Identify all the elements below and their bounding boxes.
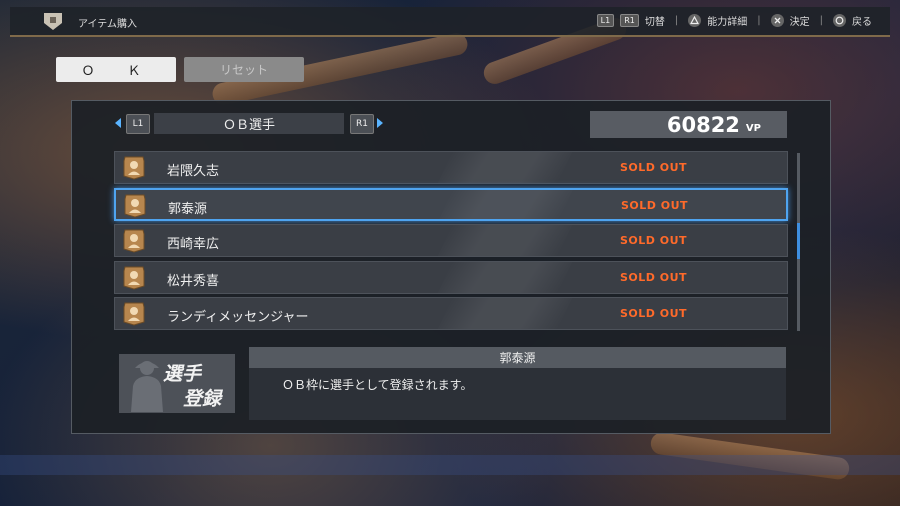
hint-confirm-label: 決定: [789, 17, 810, 28]
badge-line-2: 登録: [183, 388, 222, 410]
cross-button-icon: [770, 14, 784, 27]
circle-button-icon: [833, 14, 846, 27]
page-title: アイテム購入: [78, 19, 137, 30]
description-text: ＯＢ枠に選手として登録されます。: [282, 378, 473, 392]
hint-switch-label: 切替: [644, 17, 665, 28]
category-next-arrow-icon[interactable]: [377, 118, 383, 128]
item-name: 岩隈久志: [167, 164, 220, 179]
reset-button[interactable]: リセット: [184, 57, 304, 82]
l1-tag[interactable]: L1: [126, 114, 150, 134]
hint-separator: |: [757, 15, 761, 26]
list-item[interactable]: 岩隈久志 SOLD OUT: [114, 151, 788, 184]
row-shine: [437, 225, 573, 256]
ok-button[interactable]: Ｏ Ｋ: [56, 57, 176, 82]
item-name: 松井秀喜: [167, 273, 220, 289]
list-item[interactable]: 松井秀喜 SOLD OUT: [114, 260, 788, 294]
background-stripe: [0, 455, 900, 475]
item-status: SOLD OUT: [620, 234, 688, 247]
row-shine: [437, 152, 573, 183]
badge-line-1: 選手: [163, 363, 202, 385]
row-shine: [437, 298, 573, 329]
hint-separator: |: [674, 15, 679, 26]
row-shine: [439, 189, 573, 219]
hint-details-label: 能力詳細: [707, 17, 748, 28]
player-registration-badge: 選手 登録: [119, 354, 235, 413]
item-status: SOLD OUT: [621, 198, 689, 212]
triangle-button-icon: [688, 14, 702, 27]
list-item[interactable]: 西崎幸広 SOLD OUT: [114, 224, 788, 257]
shop-panel: L1 ＯＢ選手 R1 60822 VP 岩隈久志 SOLD OUT 郭泰源 SO…: [71, 100, 831, 434]
app-logo-icon: [44, 13, 62, 30]
item-status: SOLD OUT: [620, 161, 688, 174]
category-name: ＯＢ選手: [154, 113, 344, 134]
r1-button-icon: R1: [620, 14, 639, 27]
l1-button-icon: L1: [596, 14, 615, 27]
top-bar: アイテム購入 L1 R1 切替 | 能力詳細 | 決定 | 戻る: [10, 7, 890, 37]
list-item[interactable]: ランディメッセンジャー SOLD OUT: [114, 297, 788, 330]
item-list: 岩隈久志 SOLD OUT 郭泰源 SOLD OUT 西崎幸広 SOLD OUT: [114, 151, 788, 334]
r1-tag[interactable]: R1: [350, 114, 374, 134]
category-prev-arrow-icon[interactable]: [115, 118, 121, 128]
description-title: 郭泰源: [249, 347, 786, 368]
player-card-icon: [124, 194, 146, 218]
item-name: 西崎幸広: [167, 237, 220, 252]
hint-back-label: 戻る: [852, 17, 872, 28]
points-unit: VP: [745, 122, 761, 134]
points-value: 60822: [666, 112, 740, 137]
player-card-icon: [123, 229, 145, 253]
player-card-icon: [123, 302, 145, 326]
player-card-icon: [123, 266, 145, 290]
player-card-icon: [123, 156, 145, 180]
button-hints: L1 R1 切替 | 能力詳細 | 決定 | 戻る: [596, 13, 872, 28]
item-name: 郭泰源: [168, 201, 208, 217]
item-status: SOLD OUT: [620, 270, 688, 284]
description-box: 郭泰源 ＯＢ枠に選手として登録されます。: [249, 347, 786, 420]
hint-separator: |: [819, 15, 823, 26]
list-item[interactable]: 郭泰源 SOLD OUT: [114, 187, 788, 221]
row-shine: [437, 261, 573, 293]
item-name: ランディメッセンジャー: [167, 310, 309, 325]
points-display: 60822 VP: [590, 111, 787, 138]
item-status: SOLD OUT: [620, 307, 688, 320]
scrollbar-thumb[interactable]: [797, 223, 800, 259]
scrollbar[interactable]: [797, 153, 800, 331]
